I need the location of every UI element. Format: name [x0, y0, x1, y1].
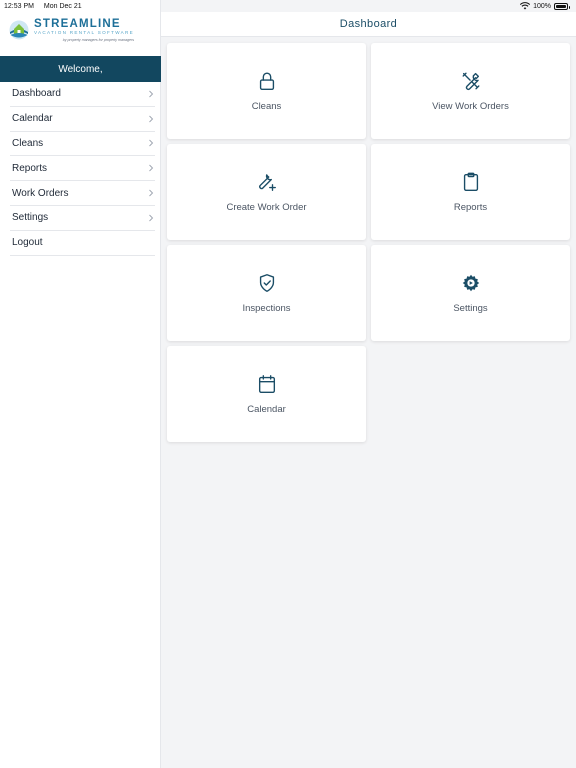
tile-settings[interactable]: Settings [371, 245, 570, 341]
sidebar-item-label: Dashboard [12, 88, 61, 100]
shield-check-icon [259, 274, 274, 292]
status-bar: 12:53 PM Mon Dec 21 100% [0, 0, 576, 12]
tile-label: Cleans [251, 101, 282, 112]
status-date: Mon Dec 21 [43, 2, 82, 10]
sidebar-item-label: Reports [12, 162, 48, 174]
status-right: 100% [520, 2, 570, 10]
sidebar: STREAMLINE VACATION RENTAL SOFTWARE by p… [0, 0, 161, 768]
sidebar-item-label: Work Orders [12, 187, 69, 199]
battery-icon [554, 2, 570, 10]
chevron-right-icon [149, 115, 154, 123]
chevron-right-icon [149, 189, 154, 197]
lock-icon [259, 72, 274, 90]
status-time: 12:53 PM [4, 2, 34, 10]
calendar-icon [258, 375, 275, 393]
tile-label: Reports [453, 202, 488, 213]
page-title: Dashboard [339, 18, 398, 30]
tile-label: Inspections [242, 303, 291, 314]
sidebar-item-settings[interactable]: Settings [10, 206, 155, 231]
sidebar-item-cleans[interactable]: Cleans [10, 132, 155, 157]
welcome-banner: Welcome, [0, 56, 161, 82]
welcome-text: Welcome, [58, 63, 103, 75]
sidebar-item-logout[interactable]: Logout [10, 231, 155, 256]
sidebar-item-work-orders[interactable]: Work Orders [10, 181, 155, 206]
wifi-icon [520, 2, 531, 10]
sidebar-item-label: Cleans [12, 137, 44, 149]
tile-label: Settings [453, 303, 488, 314]
tile-calendar[interactable]: Calendar [167, 346, 366, 442]
sidebar-item-label: Calendar [12, 113, 53, 125]
sidebar-menu: Dashboard Calendar Cleans Reports Work O… [0, 82, 161, 256]
chevron-right-icon [149, 214, 154, 222]
chevron-right-icon [149, 140, 154, 147]
brand-tagline: by property managers for property manage… [62, 38, 135, 42]
sidebar-item-calendar[interactable]: Calendar [10, 107, 155, 132]
tile-label: Calendar [247, 404, 286, 415]
tile-reports[interactable]: Reports [371, 144, 570, 240]
sidebar-item-reports[interactable]: Reports [10, 156, 155, 182]
battery-percent: 100% [533, 2, 551, 10]
brand-text: STREAMLINE VACATION RENTAL SOFTWARE by p… [34, 18, 134, 43]
wrench-plus-icon [258, 174, 276, 191]
brand-subtitle: VACATION RENTAL SOFTWARE [34, 30, 135, 35]
house-globe-logo [9, 20, 29, 40]
tile-view-work-orders[interactable]: View Work Orders [371, 43, 570, 139]
brand-logo: STREAMLINE VACATION RENTAL SOFTWARE by p… [8, 18, 154, 48]
brand-title: STREAMLINE [34, 18, 121, 30]
sidebar-item-label: Logout [12, 237, 43, 249]
status-left: 12:53 PM Mon Dec 21 [4, 3, 90, 10]
tile-inspections[interactable]: Inspections [167, 245, 366, 341]
chevron-right-icon [149, 164, 154, 172]
chevron-right-icon [149, 90, 154, 98]
tile-label: Create Work Order [226, 202, 307, 213]
page-header: Dashboard [161, 12, 576, 37]
tile-cleans[interactable]: Cleans [167, 43, 366, 139]
battery-fill [556, 4, 566, 8]
tools-icon [462, 72, 479, 91]
tile-create-work-order[interactable]: Create Work Order [167, 144, 366, 240]
clipboard-icon [463, 172, 478, 191]
gear-icon [462, 274, 479, 292]
sidebar-item-label: Settings [12, 212, 49, 224]
tile-label: View Work Orders [432, 101, 509, 112]
sidebar-item-dashboard[interactable]: Dashboard [10, 82, 155, 107]
